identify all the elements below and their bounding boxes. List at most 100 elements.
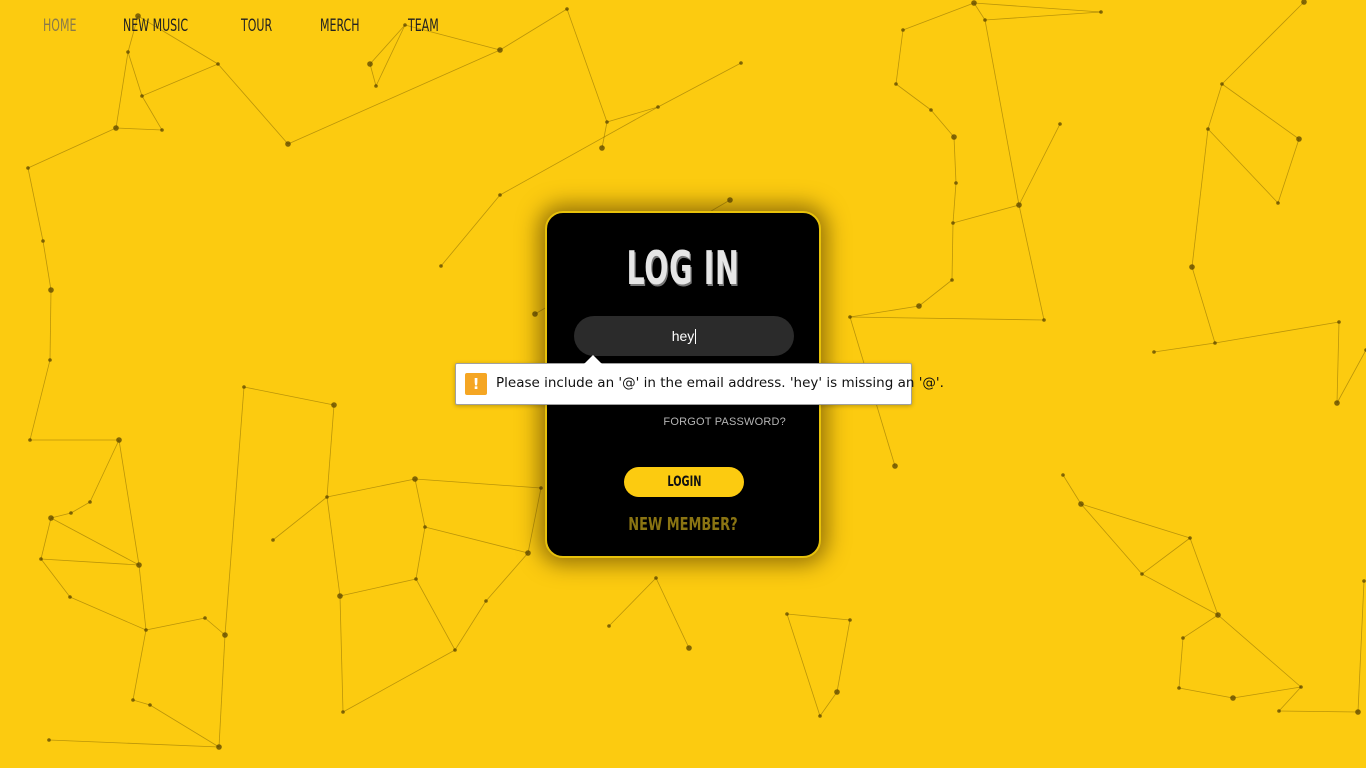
network-line [50, 512, 72, 519]
network-line [414, 478, 542, 489]
network-node [423, 525, 427, 529]
network-node [1042, 318, 1046, 322]
network-node [1334, 400, 1340, 406]
email-value: hey [671, 328, 695, 344]
network-line [1182, 614, 1219, 639]
network-node [1213, 341, 1217, 345]
network-line [952, 182, 957, 224]
login-button-label: LOGIN [666, 474, 702, 490]
forgot-password-link[interactable]: FORGOT PASSWORD? [663, 416, 786, 428]
network-node [88, 500, 92, 504]
nav-team[interactable]: TEAM [408, 16, 439, 36]
network-node [41, 239, 45, 243]
validation-message: Please include an '@' in the email addre… [496, 375, 944, 391]
network-line [1018, 123, 1061, 206]
network-line [1232, 686, 1302, 699]
network-node [654, 576, 658, 580]
network-node [140, 94, 144, 98]
network-node [532, 311, 538, 317]
network-node [539, 486, 543, 490]
network-line [836, 619, 851, 693]
network-line [1191, 128, 1209, 268]
network-line [918, 279, 953, 307]
network-node [1230, 695, 1236, 701]
network-node [331, 402, 337, 408]
network-line [27, 167, 44, 242]
network-node [203, 616, 207, 620]
network-node [39, 557, 43, 561]
network-line [49, 289, 52, 361]
network-node [1299, 685, 1303, 689]
network-line [118, 439, 140, 566]
network-node [116, 437, 122, 443]
nav-tour[interactable]: TOUR [241, 16, 272, 36]
network-node [971, 0, 977, 6]
network-node [160, 128, 164, 132]
network-line [217, 63, 289, 145]
network-line [984, 19, 1020, 206]
network-line [127, 51, 143, 97]
tooltip-arrow [584, 355, 602, 364]
network-line [973, 2, 1102, 13]
network-line [415, 526, 426, 580]
login-button[interactable]: LOGIN [624, 467, 744, 497]
nav-new-music[interactable]: NEW MUSIC [123, 16, 188, 36]
network-node [414, 577, 418, 581]
network-line [89, 439, 120, 503]
network-node [1016, 202, 1022, 208]
network-line [149, 704, 220, 748]
nav-home[interactable]: HOME [43, 16, 76, 36]
network-line [69, 596, 147, 631]
network-node [605, 120, 609, 124]
network-node [484, 599, 488, 603]
network-node [950, 278, 954, 282]
network-line [29, 359, 51, 441]
login-title: LOG IN [626, 241, 740, 295]
network-node [901, 28, 905, 32]
network-node [453, 648, 457, 652]
network-line [930, 109, 955, 138]
network-node [48, 515, 54, 521]
network-line [1080, 503, 1143, 575]
new-member-link[interactable]: NEW MEMBER? [547, 514, 819, 535]
network-line [499, 8, 568, 51]
email-input[interactable]: hey [574, 316, 794, 356]
network-line [204, 617, 226, 636]
network-line [138, 564, 147, 631]
network-line [1221, 83, 1300, 140]
network-line [243, 386, 335, 406]
network-line [40, 558, 140, 566]
network-node [68, 595, 72, 599]
network-line [1221, 1, 1305, 85]
network-node [341, 710, 345, 714]
network-line [1189, 537, 1219, 616]
network-line [326, 478, 416, 498]
network-node [136, 562, 142, 568]
network-line [786, 613, 821, 717]
network-line [115, 127, 163, 131]
network-node [848, 618, 852, 622]
network-line [1207, 128, 1279, 204]
network-node [785, 612, 789, 616]
network-node [28, 438, 32, 442]
network-node [739, 61, 743, 65]
network-node [565, 7, 569, 11]
network-line [42, 240, 52, 291]
network-line [115, 51, 129, 129]
network-node [439, 264, 443, 268]
network-node [1296, 136, 1302, 142]
network-line [1278, 686, 1302, 712]
network-node [285, 141, 291, 147]
network-node [1355, 709, 1361, 715]
network-node [1152, 350, 1156, 354]
nav-merch[interactable]: MERCH [320, 16, 359, 36]
network-line [415, 578, 456, 651]
network-line [326, 496, 341, 597]
network-line [1214, 321, 1340, 344]
network-line [287, 49, 501, 145]
network-node [1189, 264, 1195, 270]
network-node [216, 62, 220, 66]
network-line [1178, 637, 1184, 689]
network-node [686, 645, 692, 651]
network-line [50, 517, 140, 566]
